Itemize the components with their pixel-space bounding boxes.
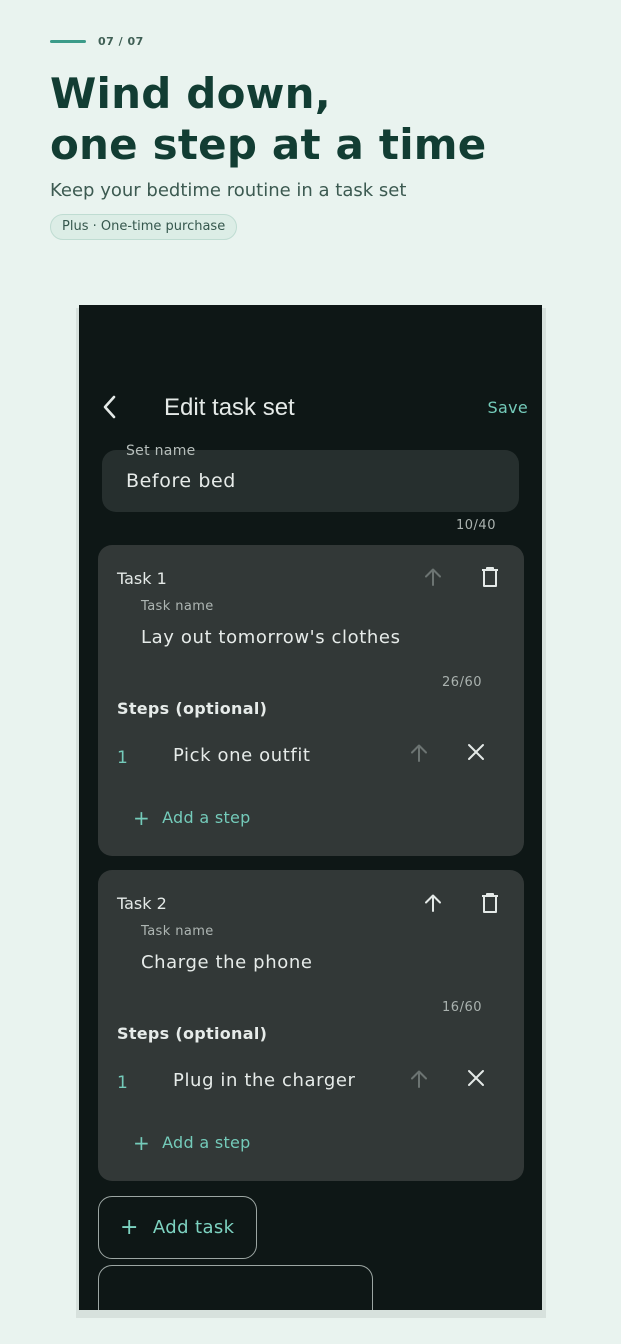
- add-task-label: Add task: [152, 1217, 235, 1238]
- steps-label: Steps (optional): [117, 1024, 268, 1043]
- chevron-left-icon: [103, 395, 116, 419]
- phone-screen: Edit task set Save Set name Before bed 1…: [79, 305, 542, 1310]
- step-number: 1: [117, 1073, 128, 1093]
- arrow-up-icon: [425, 568, 441, 586]
- add-step-button[interactable]: + Add a step: [133, 1130, 251, 1155]
- task-name-counter: 16/60: [442, 1000, 482, 1015]
- add-step-button[interactable]: + Add a step: [133, 805, 251, 830]
- move-step-up-button[interactable]: [405, 1065, 433, 1093]
- remove-step-button[interactable]: [462, 1064, 490, 1092]
- task-name-label: Task name: [141, 599, 214, 614]
- close-icon: [468, 744, 484, 760]
- promo-title: Wind down, one step at a time: [50, 68, 486, 170]
- task-title: Task 1: [117, 569, 167, 588]
- remove-step-button[interactable]: [462, 738, 490, 766]
- plan-badge: Plus · One-time purchase: [50, 214, 238, 240]
- task-name-input[interactable]: Lay out tomorrow's clothes: [141, 627, 401, 648]
- delete-task-button[interactable]: [476, 889, 504, 917]
- task-title: Task 2: [117, 894, 167, 913]
- progress-line: [50, 40, 86, 43]
- step-number: 1: [117, 748, 128, 768]
- plus-icon: +: [120, 1215, 139, 1240]
- promo-subtitle: Keep your bedtime routine in a task set: [50, 180, 407, 201]
- step-input[interactable]: Plug in the charger: [173, 1070, 356, 1091]
- move-task-up-button[interactable]: [419, 563, 447, 591]
- move-step-up-button[interactable]: [405, 739, 433, 767]
- add-step-label: Add a step: [162, 1133, 251, 1152]
- move-task-up-button[interactable]: [419, 889, 447, 917]
- slide-counter: 07 / 07: [98, 35, 144, 48]
- add-step-label: Add a step: [162, 808, 251, 827]
- promo-title-line-2: one step at a time: [50, 120, 487, 169]
- set-name-field[interactable]: Set name Before bed: [102, 443, 519, 512]
- screen-title: Edit task set: [164, 394, 295, 421]
- secondary-button-partial[interactable]: [98, 1265, 373, 1310]
- save-button[interactable]: Save: [488, 398, 528, 417]
- task-name-counter: 26/60: [442, 675, 482, 690]
- task-name-label: Task name: [141, 924, 214, 939]
- steps-label: Steps (optional): [117, 699, 268, 718]
- plus-icon: +: [133, 805, 151, 830]
- task-name-input[interactable]: Charge the phone: [141, 952, 313, 973]
- back-button[interactable]: [99, 393, 123, 421]
- step-input[interactable]: Pick one outfit: [173, 745, 311, 766]
- set-name-value: Before bed: [126, 470, 236, 492]
- set-name-label: Set name: [126, 443, 196, 459]
- trash-icon: [482, 893, 498, 913]
- trash-icon: [482, 567, 498, 587]
- delete-task-button[interactable]: [476, 563, 504, 591]
- arrow-up-icon: [425, 894, 441, 912]
- arrow-up-icon: [411, 744, 427, 762]
- add-task-button[interactable]: + Add task: [98, 1196, 257, 1259]
- plus-icon: +: [133, 1130, 151, 1155]
- arrow-up-icon: [411, 1070, 427, 1088]
- promo-title-line-1: Wind down,: [50, 69, 331, 118]
- close-icon: [468, 1070, 484, 1086]
- set-name-counter: 10/40: [456, 518, 496, 533]
- task-card-2: Task 2 Task name Charge the phone 16/60 …: [98, 870, 524, 1181]
- task-card-1: Task 1 Task name Lay out tomorrow's clot…: [98, 545, 524, 856]
